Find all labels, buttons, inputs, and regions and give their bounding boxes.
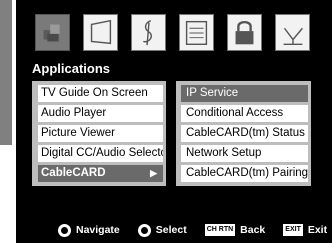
side-bar (0, 0, 12, 145)
checklist-icon (185, 20, 208, 45)
footer-hints: Navigate Select CH RTN Back EXIT Exit (58, 223, 327, 237)
menu-title: Applications (32, 61, 111, 76)
tab-applications[interactable] (35, 14, 70, 51)
navigate-hint: Navigate (76, 224, 120, 236)
app-blocks-icon (43, 24, 60, 42)
cablecard-submenu: IP Service Conditional Access CableCARD(… (176, 81, 311, 186)
menu-item-audio-player[interactable]: Audio Player (38, 105, 163, 122)
tab-picture[interactable] (83, 14, 118, 51)
tab-setup[interactable] (275, 14, 310, 51)
submenu-item-network-setup[interactable]: Network Setup (181, 145, 308, 162)
menu-item-tv-guide[interactable]: TV Guide On Screen (38, 85, 163, 102)
menu-item-picture-viewer[interactable]: Picture Viewer (38, 125, 163, 142)
tab-preferences[interactable] (179, 14, 214, 51)
back-hint: Back (240, 224, 266, 236)
menu-item-label: CableCARD (41, 167, 106, 179)
exit-key-icon: EXIT (283, 224, 303, 236)
screen-icon (90, 19, 112, 45)
padlock-icon (235, 20, 254, 45)
applications-menu: TV Guide On Screen Audio Player Picture … (32, 81, 166, 186)
tab-locks[interactable] (227, 14, 262, 51)
submenu-item-cablecard-status[interactable]: CableCARD(tm) Status (181, 125, 308, 142)
menu-item-cablecard[interactable]: CableCARD ▶ (38, 165, 163, 182)
submenu-item-ip-service[interactable]: IP Service (181, 85, 308, 102)
menu-item-digital-cc[interactable]: Digital CC/Audio Selector (38, 145, 163, 162)
submenu-item-conditional-access[interactable]: Conditional Access (181, 105, 308, 122)
select-hint: Select (155, 224, 187, 236)
antenna-icon (283, 27, 303, 45)
select-button-icon (137, 223, 151, 237)
ch-rtn-key-icon: CH RTN (204, 224, 236, 236)
music-clef-icon (143, 20, 152, 46)
submenu-arrow-icon: ▶ (150, 168, 157, 178)
dpad-icon (58, 223, 71, 237)
exit-hint: Exit (307, 224, 328, 236)
submenu-item-cablecard-pairing[interactable]: CableCARD(tm) Pairing (181, 165, 308, 182)
tab-sound[interactable] (131, 14, 166, 51)
